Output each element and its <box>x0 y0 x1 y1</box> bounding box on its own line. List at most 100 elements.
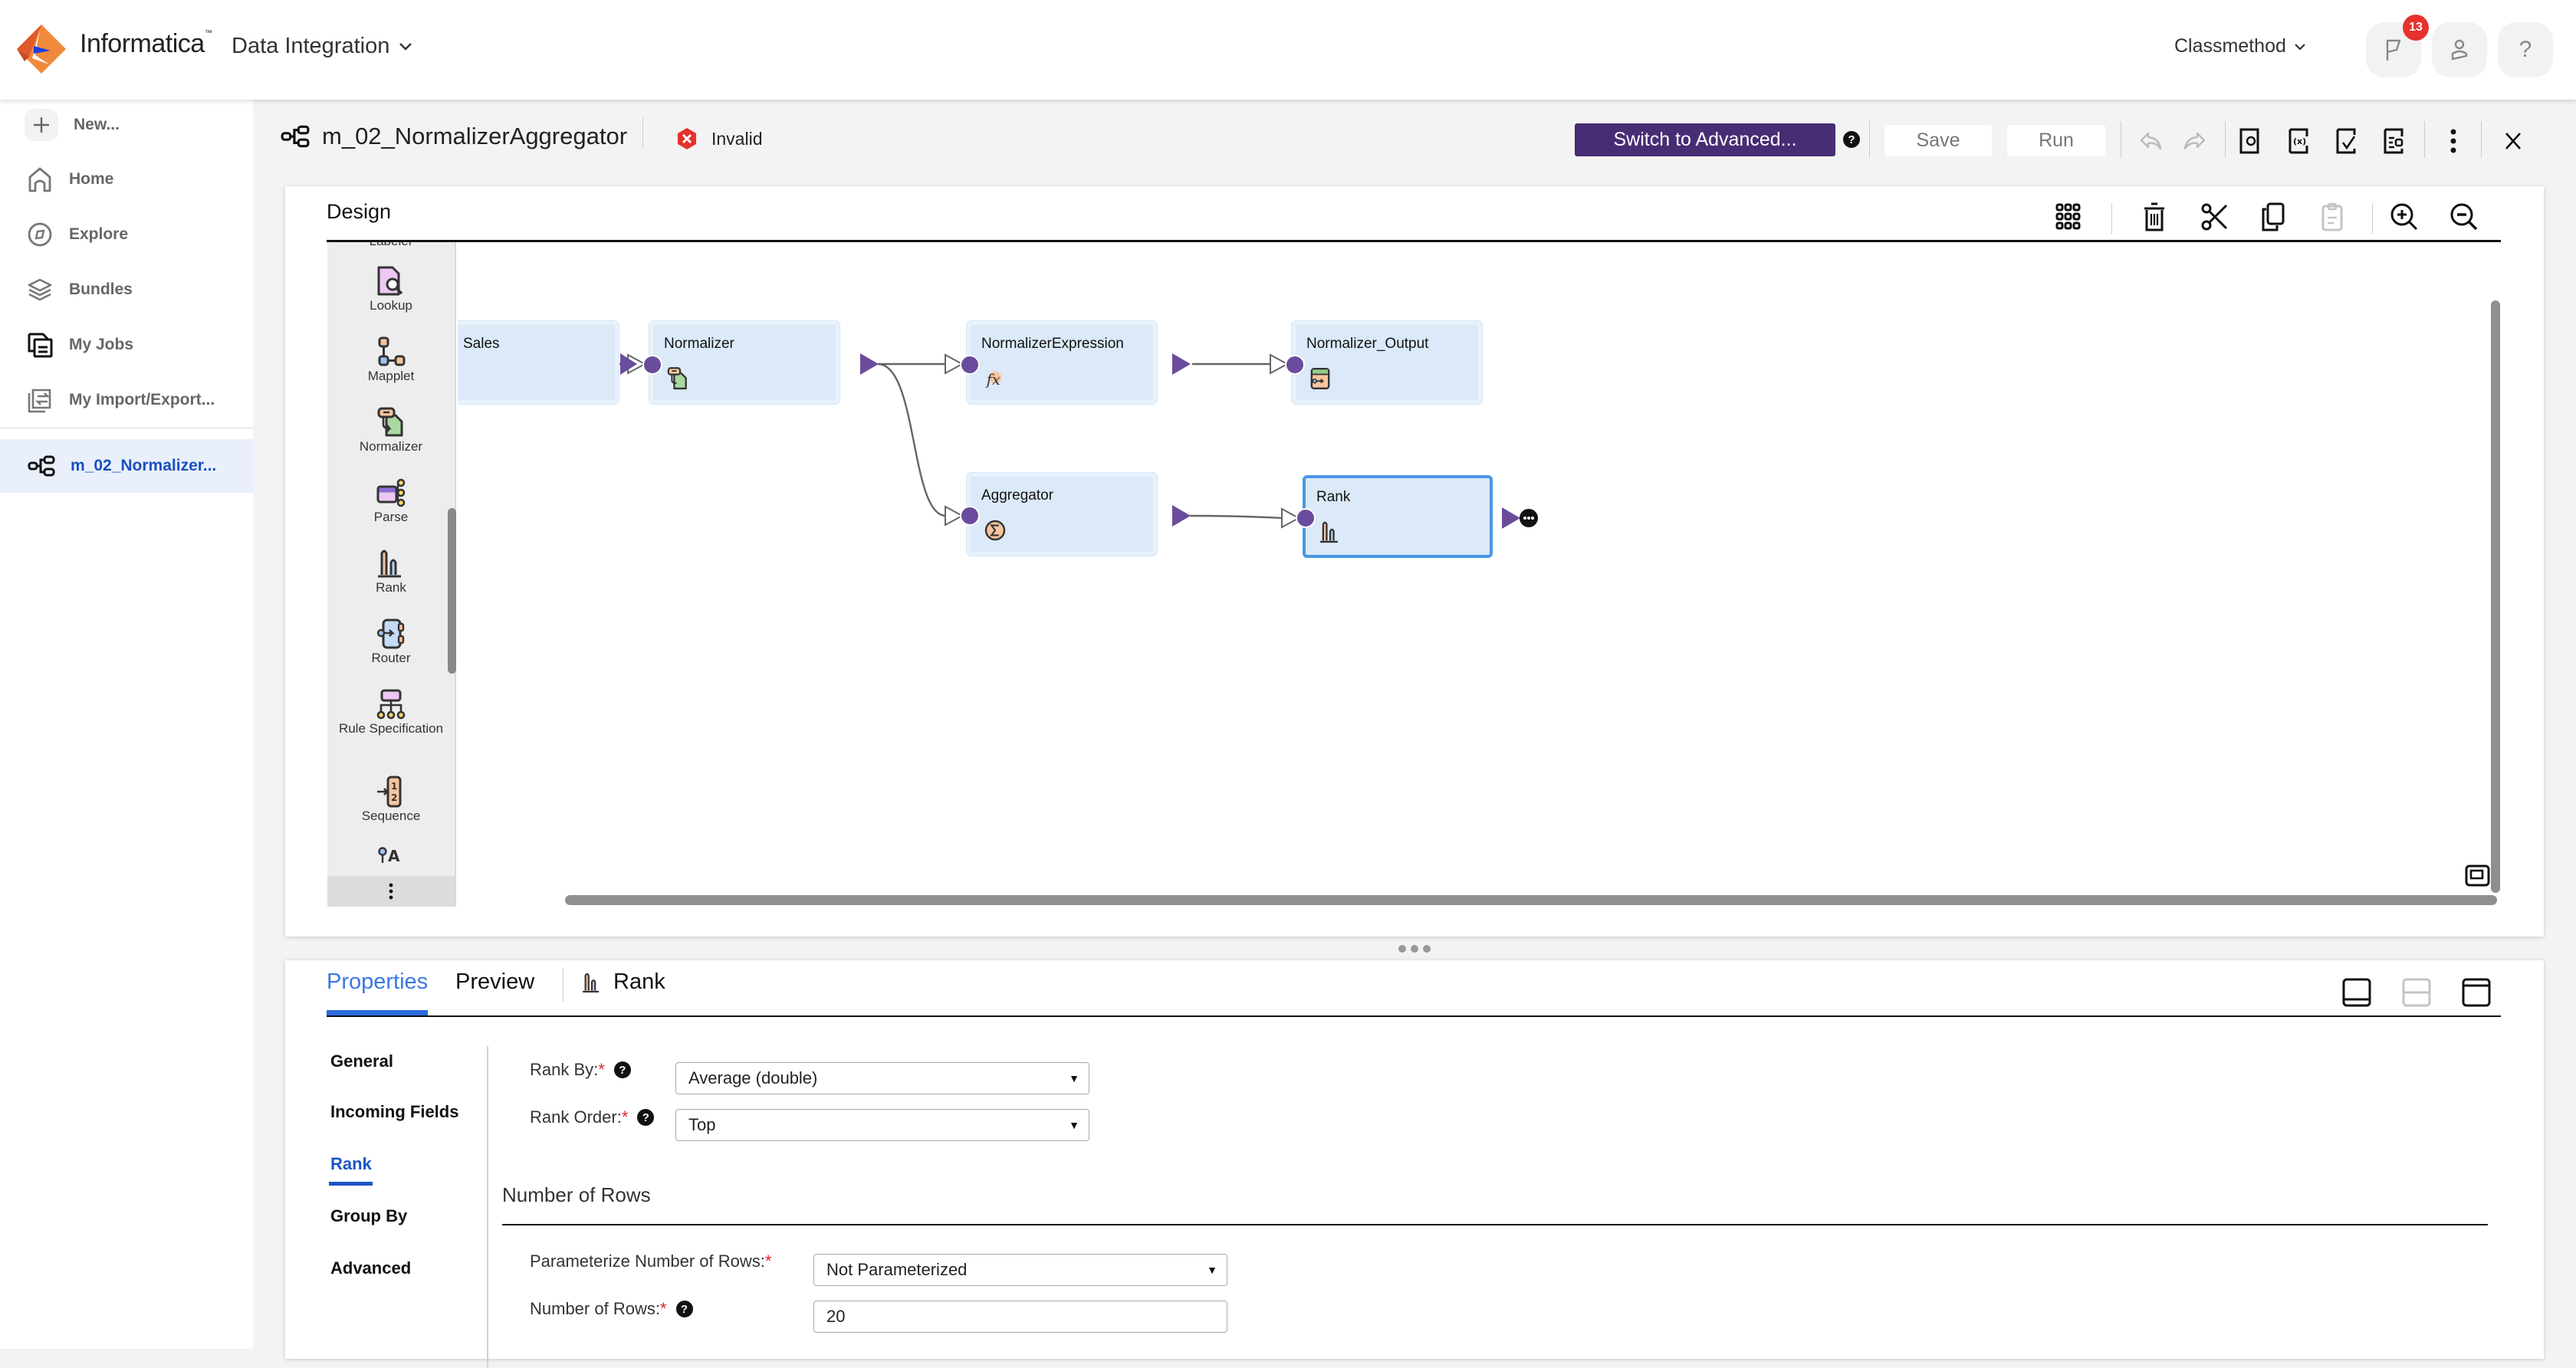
palette-item-sequence[interactable]: 12 Sequence <box>327 776 455 825</box>
link-expression-output[interactable] <box>1192 353 1290 375</box>
node-aggregator[interactable]: Aggregator <box>967 473 1157 556</box>
close-icon[interactable] <box>2498 126 2528 156</box>
sidebar-item-my-jobs[interactable]: My Jobs <box>26 331 133 359</box>
design-title: Design <box>327 200 392 223</box>
sidebar-item-new[interactable]: New... <box>25 109 120 141</box>
number-of-rows-help-icon[interactable]: ? <box>675 1301 693 1317</box>
panel-splitter[interactable] <box>285 937 2544 960</box>
rank-by-label: Rank By:* ? <box>530 1060 631 1080</box>
in-out-parameters-icon[interactable]: (x) <box>2283 126 2314 156</box>
palette-item-label: Router <box>371 651 411 665</box>
rank-order-select[interactable]: Top ▼ <box>675 1109 1089 1141</box>
tab-preview[interactable]: Preview <box>455 969 534 995</box>
output-port-sales[interactable] <box>620 353 637 375</box>
input-port-rank[interactable] <box>1296 508 1316 528</box>
selected-object: Rank <box>581 969 665 995</box>
nav-general[interactable]: General <box>330 1051 393 1071</box>
rank-by-value: Average (double) <box>688 1068 818 1088</box>
arrange-all-icon[interactable] <box>2052 200 2085 234</box>
node-rank[interactable]: Rank <box>1303 475 1493 558</box>
palette-item-labeler[interactable]: Labeler <box>327 242 455 250</box>
palette-item-parse[interactable]: Parse <box>327 477 455 526</box>
redo-icon[interactable] <box>2179 126 2210 156</box>
help-button[interactable]: ? <box>2498 22 2553 77</box>
output-port-aggregator[interactable] <box>1172 505 1191 527</box>
save-button[interactable]: Save <box>1884 125 1992 156</box>
add-parameter-icon[interactable] <box>2234 126 2265 156</box>
validation-status[interactable]: Invalid <box>676 127 762 150</box>
undo-icon[interactable] <box>2136 126 2167 156</box>
node-name: Aggregator <box>981 487 1054 504</box>
palette-item-normalizer[interactable]: Normalizer <box>327 406 455 455</box>
rank-by-select[interactable]: Average (double) ▼ <box>675 1062 1089 1094</box>
output-port-expression[interactable] <box>1172 353 1191 375</box>
palette-more-button[interactable] <box>327 876 455 907</box>
nav-advanced[interactable]: Advanced <box>330 1258 411 1278</box>
rank-icon <box>378 549 401 578</box>
link-normalizer-aggregator[interactable] <box>877 363 964 527</box>
org-switcher[interactable]: Classmethod <box>2174 35 2306 57</box>
zoom-out-icon[interactable] <box>2447 200 2481 234</box>
node-normalizer-expression[interactable]: NormalizerExpression fx <box>967 321 1157 404</box>
run-button[interactable]: Run <box>2007 125 2105 156</box>
sidebar-item-open-mapping[interactable]: m_02_Normalizer... <box>0 439 253 493</box>
parameterize-select[interactable]: Not Parameterized ▼ <box>813 1254 1227 1286</box>
copy-icon[interactable] <box>2256 200 2289 234</box>
input-port-expression[interactable] <box>960 355 980 375</box>
canvas-horizontal-scrollbar[interactable] <box>565 895 2497 905</box>
field-mapping-icon[interactable] <box>2378 126 2409 156</box>
sidebar-item-home[interactable]: Home <box>26 166 113 193</box>
output-port-rank[interactable] <box>1502 507 1520 529</box>
node-actions-icon[interactable] <box>1519 508 1539 528</box>
nav-separator <box>487 1046 488 1368</box>
node-sales[interactable]: Sales <box>458 321 619 404</box>
sidebar-item-import-export[interactable]: My Import/Export... <box>26 386 215 414</box>
user-button[interactable] <box>2432 22 2487 77</box>
input-port-output[interactable] <box>1285 355 1305 375</box>
maximize-panel-icon[interactable] <box>2461 977 2492 1008</box>
link-aggregator-rank[interactable] <box>1189 507 1301 529</box>
nav-rank[interactable]: Rank <box>330 1154 372 1174</box>
more-icon[interactable] <box>2438 126 2469 156</box>
switch-help-icon[interactable]: ? <box>1843 131 1860 148</box>
palette-item-label: Mapplet <box>367 369 415 383</box>
tab-properties[interactable]: Properties <box>327 969 428 995</box>
node-normalizer[interactable]: Normalizer <box>649 321 840 404</box>
nav-incoming-fields[interactable]: Incoming Fields <box>330 1102 458 1122</box>
rank-order-label: Rank Order:* ? <box>530 1107 655 1127</box>
sidebar-item-bundles[interactable]: Bundles <box>26 276 133 303</box>
palette-item-router[interactable]: Router <box>327 618 455 667</box>
home-icon <box>26 166 54 193</box>
product-switcher[interactable]: Data Integration <box>232 34 412 59</box>
validate-icon[interactable] <box>2331 126 2361 156</box>
palette-item-rule-specification[interactable]: Rule Specification <box>327 688 455 737</box>
split-view-icon[interactable] <box>2401 977 2432 1008</box>
palette-item-partial[interactable]: A <box>327 846 455 864</box>
palette-scrollbar[interactable] <box>448 508 456 674</box>
toolbar-separator <box>2424 121 2425 158</box>
palette-item-rank[interactable]: Rank <box>327 547 455 596</box>
delete-icon[interactable] <box>2137 200 2171 234</box>
palette-item-lookup[interactable]: Lookup <box>327 265 455 314</box>
dock-bottom-icon[interactable] <box>2341 977 2372 1008</box>
paste-icon[interactable] <box>2315 200 2349 234</box>
notifications-button[interactable]: 13 <box>2366 15 2429 77</box>
minimap-icon[interactable] <box>2465 864 2490 887</box>
node-normalizer-output[interactable]: Normalizer_Output <box>1292 321 1482 404</box>
output-port-normalizer[interactable] <box>860 353 879 375</box>
number-of-rows-input[interactable]: 20 <box>813 1301 1227 1333</box>
input-port-aggregator[interactable] <box>960 506 980 526</box>
nav-group-by[interactable]: Group By <box>330 1206 407 1226</box>
sidebar-item-explore[interactable]: Explore <box>26 221 128 248</box>
rank-order-help-icon[interactable]: ? <box>637 1109 655 1126</box>
switch-to-advanced-button[interactable]: Switch to Advanced... <box>1575 123 1835 156</box>
zoom-in-icon[interactable] <box>2387 200 2421 234</box>
rank-by-help-icon[interactable]: ? <box>613 1061 631 1078</box>
mapping-canvas[interactable]: Sales Normalizer NormalizerExpression fx… <box>458 242 2528 907</box>
input-port-normalizer[interactable] <box>642 355 662 375</box>
palette-item-mapplet[interactable]: Mapplet <box>327 336 455 385</box>
normalizer-icon <box>667 367 687 390</box>
canvas-vertical-scrollbar[interactable] <box>2491 300 2500 893</box>
cut-icon[interactable] <box>2197 200 2231 234</box>
toolbar-separator <box>1869 121 1870 158</box>
